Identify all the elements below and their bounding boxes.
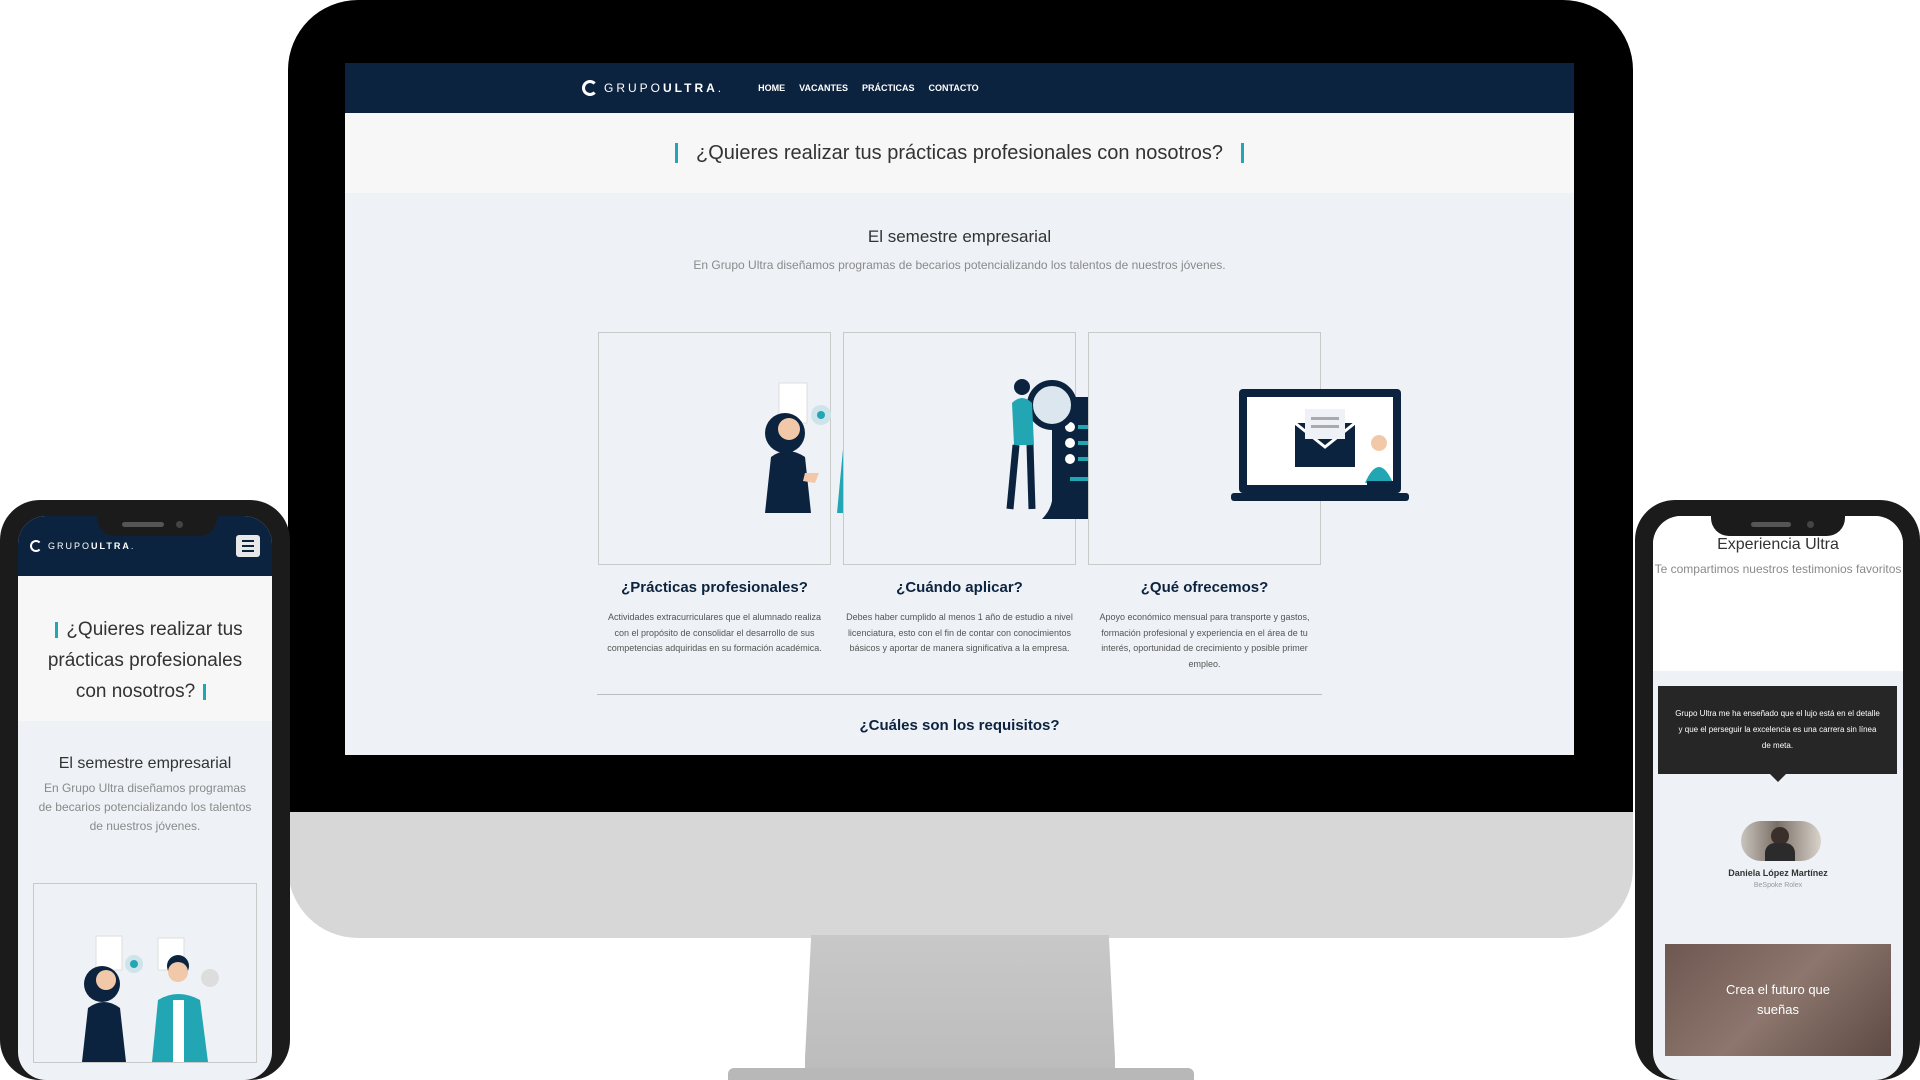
phone-right: Experiencia Ultra Te compartimos nuestro… [1635, 500, 1920, 1080]
nav-menu: HOME VACANTES PRÁCTICAS CONTACTO [758, 83, 979, 93]
info-cards: ¿Prácticas profesionales? Actividades ex… [345, 332, 1574, 672]
mobile-hero: ¿Quieres realizar tus prácticas profesio… [18, 576, 272, 721]
accent-bar [203, 683, 207, 700]
card-title: ¿Cuándo aplicar? [896, 579, 1023, 596]
testimonials-subtitle: Te compartimos nuestros testimonios favo… [1654, 562, 1902, 576]
card-que-ofrecemos: ¿Qué ofrecemos? Apoyo económico mensual … [1088, 332, 1409, 672]
brand-logo[interactable]: GRUPOULTRA. [30, 540, 135, 552]
hero-title: ¿Quieres realizar tus prácticas profesio… [47, 619, 243, 702]
logo-text-light: GRUPO [604, 81, 664, 95]
logo-text-bold: ULTRA [91, 541, 131, 551]
card-title: ¿Qué ofrecemos? [1140, 579, 1269, 596]
accent-bar [675, 143, 679, 163]
testimonials-header: Experiencia Ultra Te compartimos nuestro… [1653, 516, 1903, 671]
desktop-screen: GRUPOULTRA. HOME VACANTES PRÁCTICAS CONT… [345, 63, 1574, 755]
nav-item-contacto[interactable]: CONTACTO [929, 83, 979, 93]
testimonial-author: Daniela López Martínez [1728, 868, 1828, 878]
monitor-stand-base [728, 1068, 1194, 1080]
intro-section: El semestre empresarial En Grupo Ultra d… [345, 227, 1574, 276]
card-text: Apoyo económico mensual para transporte … [1099, 612, 1310, 669]
card-illustration-laptop [1088, 332, 1409, 565]
phone-camera [176, 521, 183, 528]
section-title: El semestre empresarial [58, 755, 232, 772]
laptop-mail-icon [1230, 389, 1409, 501]
section-title: El semestre empresarial [867, 227, 1052, 246]
card-title: ¿Prácticas profesionales? [621, 579, 808, 596]
testimonial-role: BeSpoke Rolex [1753, 882, 1803, 889]
hamburger-menu-icon[interactable] [236, 535, 260, 557]
monitor-stand [805, 935, 1115, 1075]
card-text: Debes haber cumplido al menos 1 año de e… [846, 612, 1073, 653]
hero-title: ¿Quieres realizar tus prácticas profesio… [696, 141, 1223, 164]
phone-right-screen: Experiencia Ultra Te compartimos nuestro… [1653, 516, 1903, 1080]
mobile-intro: El semestre empresarial En Grupo Ultra d… [18, 721, 272, 836]
accent-bar [1240, 143, 1244, 163]
divider [597, 694, 1322, 695]
section-text: En Grupo Ultra diseñamos programas de be… [38, 781, 252, 833]
phone-camera [1807, 521, 1814, 528]
logo-text-light: GRUPO [48, 541, 92, 551]
hero-banner: ¿Quieres realizar tus prácticas profesio… [345, 113, 1574, 193]
phone-speaker [1751, 522, 1791, 527]
avatar [1741, 821, 1821, 861]
nav-item-practicas[interactable]: PRÁCTICAS [862, 83, 915, 93]
card-illustration-people [598, 332, 907, 565]
requirements-title: ¿Cuáles son los requisitos? [859, 717, 1060, 734]
nav-item-home[interactable]: HOME [758, 83, 785, 93]
people-talking-icon [82, 935, 219, 1062]
device-mockup-scene: GRUPOULTRA. HOME VACANTES PRÁCTICAS CONT… [0, 0, 1920, 1080]
top-navbar: GRUPOULTRA. HOME VACANTES PRÁCTICAS CONT… [345, 63, 1574, 113]
card-practicas: ¿Prácticas profesionales? Actividades ex… [598, 332, 907, 672]
logo-text-bold: ULTRA [663, 81, 718, 95]
accent-bar [55, 621, 59, 638]
section-text: En Grupo Ultra diseñamos programas de be… [693, 258, 1226, 272]
testimonial-quote: Grupo Ultra me ha enseñado que el lujo e… [1658, 686, 1897, 782]
logo-icon [582, 80, 598, 96]
phone-speaker [122, 522, 164, 527]
logo-icon [30, 540, 42, 552]
brand-logo[interactable]: GRUPOULTRA. [582, 80, 724, 96]
card-illustration-search [843, 332, 1152, 565]
mobile-card-illustration [33, 883, 257, 1063]
cta-banner[interactable]: Crea el futuro que sueñas [1665, 944, 1891, 1056]
testimonials-title: Experiencia Ultra [1717, 536, 1839, 553]
card-text: Actividades extracurriculares que el alu… [607, 612, 822, 653]
nav-item-vacantes[interactable]: VACANTES [799, 83, 848, 93]
card-cuando-aplicar: ¿Cuándo aplicar? Debes haber cumplido al… [843, 332, 1152, 672]
